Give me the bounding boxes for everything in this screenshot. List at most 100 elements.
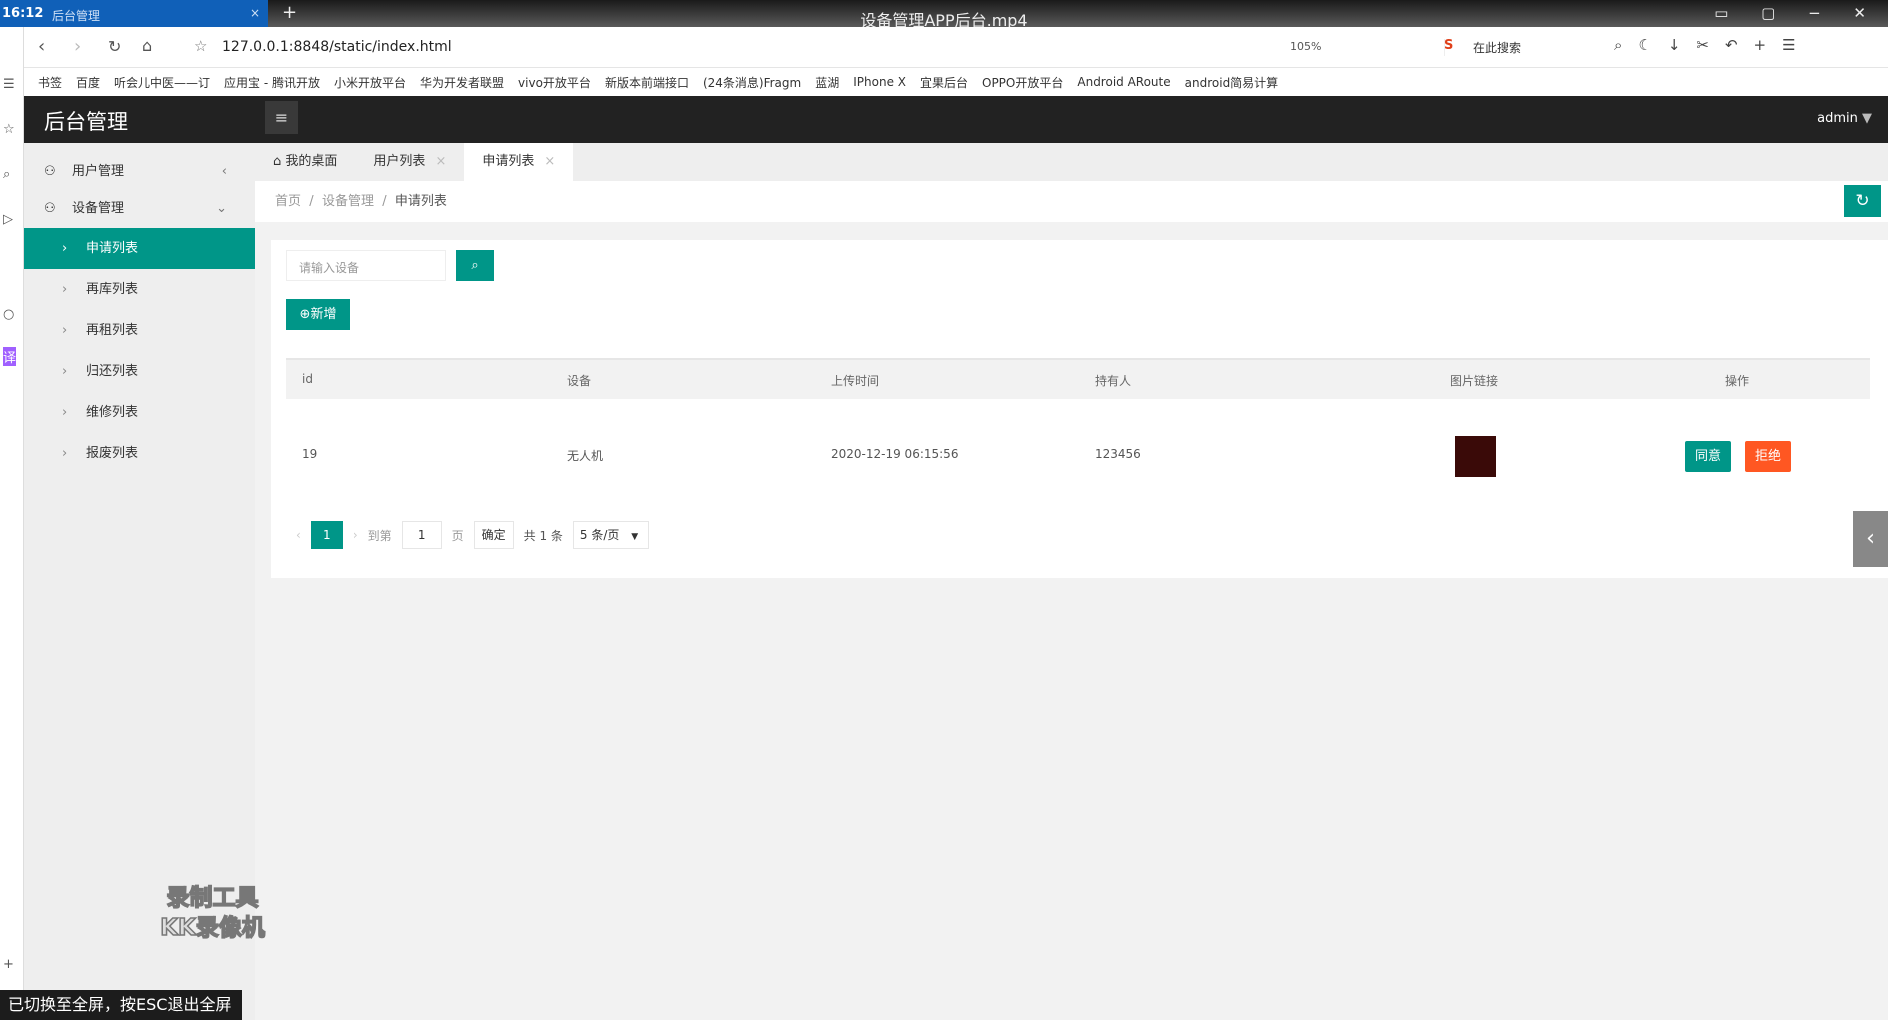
hamburger-icon: ≡ — [274, 108, 289, 127]
page-label: 页 — [451, 528, 464, 543]
logo: 后台管理 — [44, 110, 128, 134]
label: 再库列表 — [86, 282, 139, 297]
bookmark-item[interactable]: Android ARoute — [1077, 75, 1170, 89]
page-number[interactable]: 1 — [310, 521, 343, 549]
sidebar-item-scrap[interactable]: › 报废列表 — [24, 433, 255, 474]
fullscreen-toast: 已切换至全屏，按ESC退出全屏 — [0, 990, 242, 1020]
search-icon[interactable]: ⌕ — [3, 167, 10, 182]
tab-label: 我的桌面 — [285, 154, 338, 169]
sidebar-item-repair[interactable]: › 维修列表 — [24, 392, 255, 433]
refresh-button[interactable]: ↻ — [1844, 185, 1881, 217]
goto-page-input[interactable]: 1 — [401, 521, 442, 549]
bookmark-item[interactable]: 宜果后台 — [920, 74, 968, 91]
add-button[interactable]: ⊕新增 — [286, 299, 350, 330]
address-bar: ‹ › ↻ ⌂ ☆ 127.0.0.1:8848/static/index.ht… — [24, 27, 1888, 68]
cell-id: 19 — [302, 447, 318, 461]
user-name: admin — [1817, 111, 1858, 126]
browser-search-input[interactable]: 在此搜索 — [1444, 39, 1521, 56]
cell-owner: 123456 — [1095, 447, 1141, 461]
chevron-right-icon: › — [62, 405, 68, 420]
chevron-right-icon: › — [62, 364, 68, 379]
sidebar-item-return[interactable]: › 归还列表 — [24, 351, 255, 392]
home-icon[interactable]: ⌂ — [142, 36, 152, 55]
user-icon: ⚇ — [44, 201, 56, 216]
user-menu[interactable]: admin ▼ — [1817, 111, 1872, 126]
video-icon[interactable]: ▷ — [3, 212, 13, 227]
bookmark-item[interactable]: IPhone X — [853, 75, 906, 89]
search-button[interactable]: ⌕ — [456, 250, 494, 281]
sidebar-item-rent[interactable]: › 再租列表 — [24, 310, 255, 351]
menu-toggle-button[interactable]: ≡ — [265, 101, 298, 134]
column-header: id — [302, 372, 313, 386]
table-row: 19 无人机 2020-12-19 06:15:56 123456 同意 拒绝 — [286, 399, 1870, 511]
add-icon[interactable]: + — [3, 957, 14, 972]
prev-page-icon[interactable]: ‹ — [296, 528, 301, 542]
column-header: 设备 — [567, 374, 592, 388]
next-page-icon[interactable]: › — [353, 528, 358, 542]
tab-apply-list[interactable]: 申请列表 × — [464, 143, 574, 181]
bookmark-item[interactable]: (24条消息)Fragm — [703, 74, 801, 91]
close-icon[interactable]: × — [435, 154, 446, 169]
bookmark-item[interactable]: 听会儿中医——订 — [114, 74, 210, 91]
list-icon[interactable]: ☰ — [3, 77, 15, 92]
bookmark-star-icon[interactable]: ☆ — [194, 37, 207, 55]
sidebar-item-stock[interactable]: › 再库列表 — [24, 269, 255, 310]
label: 维修列表 — [86, 405, 139, 420]
back-icon[interactable]: ‹ — [38, 36, 45, 57]
url-input[interactable]: 127.0.0.1:8848/static/index.html — [222, 39, 452, 55]
toolbar-icons[interactable]: ⌕☾↓✂↶+☰ — [1614, 36, 1812, 54]
side-collapse-button[interactable]: ‹ — [1853, 511, 1888, 567]
tab-user-list[interactable]: 用户列表 × — [355, 143, 464, 181]
bookmark-item[interactable]: OPPO开放平台 — [982, 74, 1063, 91]
forward-icon[interactable]: › — [74, 36, 81, 57]
bookmark-item[interactable]: 华为开发者联盟 — [420, 74, 504, 91]
reload-icon[interactable]: ↻ — [108, 37, 121, 56]
window-controls[interactable]: ▭ ▢ − ✕ — [1714, 4, 1880, 22]
bookmark-item[interactable]: android简易计算 — [1185, 74, 1279, 91]
chevron-right-icon: › — [62, 282, 68, 297]
chevron-right-icon: › — [62, 241, 68, 256]
app-header: 后台管理 ≡ admin ▼ — [24, 96, 1888, 143]
cell-time: 2020-12-19 06:15:56 — [831, 447, 959, 461]
bookmark-item[interactable]: 蓝湖 — [815, 74, 839, 91]
bookmark-item[interactable]: 小米开放平台 — [334, 74, 406, 91]
breadcrumb-item: 申请列表 — [394, 194, 447, 209]
sidebar-group-device[interactable]: ⚇ 设备管理 ⌄ — [24, 188, 255, 229]
star-icon[interactable]: ☆ — [3, 122, 15, 137]
label: 报废列表 — [86, 446, 139, 461]
breadcrumb-item[interactable]: 首页 — [275, 194, 301, 209]
page-size-value: 5 条/页 — [579, 528, 620, 542]
label: 设备管理 — [72, 201, 125, 216]
tab-label: 用户列表 — [373, 154, 426, 169]
goto-label: 到第 — [367, 528, 392, 543]
bookmark-item[interactable]: 书签 — [38, 74, 62, 91]
sidebar-group-user[interactable]: ⚇ 用户管理 ‹ — [24, 151, 255, 192]
tab-label: 申请列表 — [482, 154, 535, 169]
bookmark-item[interactable]: 百度 — [76, 74, 100, 91]
zoom-level[interactable]: 105% — [1290, 40, 1321, 53]
page-tabs: ⌂ 我的桌面 用户列表 × 申请列表 × — [255, 143, 1888, 181]
caret-down-icon: ▼ — [631, 532, 639, 542]
breadcrumb-item[interactable]: 设备管理 — [322, 194, 374, 209]
agree-button[interactable]: 同意 — [1685, 441, 1731, 472]
page-size-select[interactable]: 5 条/页 ▼ — [572, 521, 649, 549]
search-input[interactable]: 请输入设备 — [286, 250, 446, 281]
label: 用户管理 — [72, 164, 125, 179]
translate-icon[interactable]: 译 — [3, 347, 17, 366]
add-label: 新增 — [310, 307, 337, 322]
label: 归还列表 — [86, 364, 139, 379]
image-thumbnail[interactable] — [1455, 436, 1496, 477]
sidebar-item-apply[interactable]: › 申请列表 — [24, 228, 255, 269]
bookmark-item[interactable]: vivo开放平台 — [518, 74, 591, 91]
bookmark-item[interactable]: 新版本前端接口 — [605, 74, 689, 91]
reject-button[interactable]: 拒绝 — [1745, 441, 1791, 472]
chat-icon[interactable]: ○ — [3, 307, 14, 322]
bookmark-item[interactable]: 应用宝 - 腾讯开放 — [224, 74, 320, 91]
pagination: ‹ 1 › 到第 1 页 确定 共 1 条 5 条/页 ▼ — [296, 520, 649, 550]
home-icon: ⌂ — [273, 154, 282, 169]
tab-desktop[interactable]: ⌂ 我的桌面 — [255, 143, 355, 181]
close-icon[interactable]: × — [544, 154, 555, 169]
table-header: id 设备 上传时间 持有人 图片链接 操作 — [286, 358, 1870, 399]
user-icon: ⚇ — [44, 164, 56, 179]
confirm-button[interactable]: 确定 — [473, 521, 514, 549]
